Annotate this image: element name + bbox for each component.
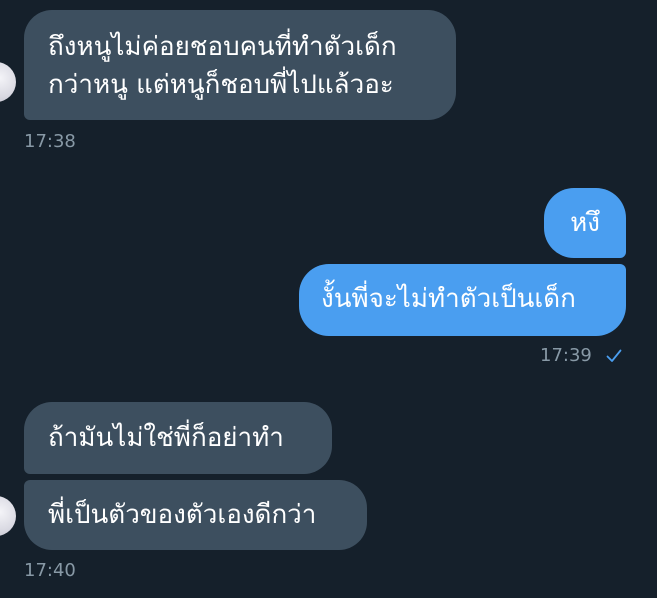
message-timestamp: 17:38 bbox=[24, 131, 76, 152]
message-text: ถ้ามันไม่ใช่พี่ก็อย่าทำ bbox=[48, 423, 284, 453]
message-timestamp: 17:40 bbox=[24, 560, 76, 581]
message-text: ถึงหนูไม่ค่อยชอบคนที่ทำตัวเด็ก กว่าหนู แ… bbox=[48, 32, 397, 100]
single-check-icon bbox=[606, 349, 622, 362]
avatar[interactable] bbox=[0, 496, 16, 536]
message-text: หงึ bbox=[570, 208, 600, 238]
incoming-message-bubble[interactable]: พี่เป็นตัวของตัวเองดีกว่า bbox=[24, 480, 367, 550]
incoming-message-bubble[interactable]: ถึงหนูไม่ค่อยชอบคนที่ทำตัวเด็ก กว่าหนู แ… bbox=[24, 10, 456, 120]
incoming-message-bubble[interactable]: ถ้ามันไม่ใช่พี่ก็อย่าทำ bbox=[24, 402, 332, 474]
message-timestamp: 17:39 bbox=[540, 345, 592, 366]
message-text: งั้นพี่จะไม่ทำตัวเป็นเด็ก bbox=[321, 284, 576, 314]
avatar[interactable] bbox=[0, 62, 16, 102]
outgoing-message-bubble[interactable]: หงึ bbox=[544, 188, 626, 258]
chat-thread: ถึงหนูไม่ค่อยชอบคนที่ทำตัวเด็ก กว่าหนู แ… bbox=[0, 0, 657, 598]
message-text: พี่เป็นตัวของตัวเองดีกว่า bbox=[48, 500, 317, 530]
outgoing-message-bubble[interactable]: งั้นพี่จะไม่ทำตัวเป็นเด็ก bbox=[299, 264, 626, 336]
